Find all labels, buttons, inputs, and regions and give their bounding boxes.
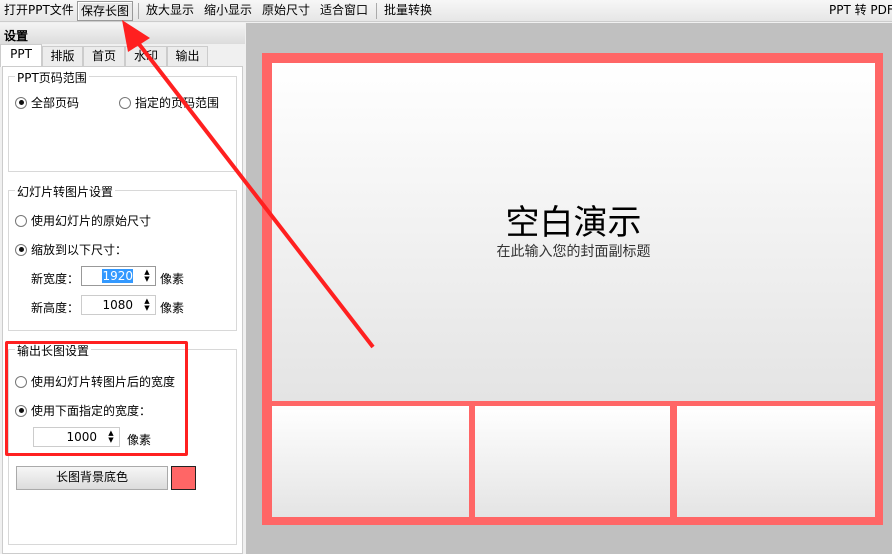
annotation-arrow (122, 20, 375, 349)
